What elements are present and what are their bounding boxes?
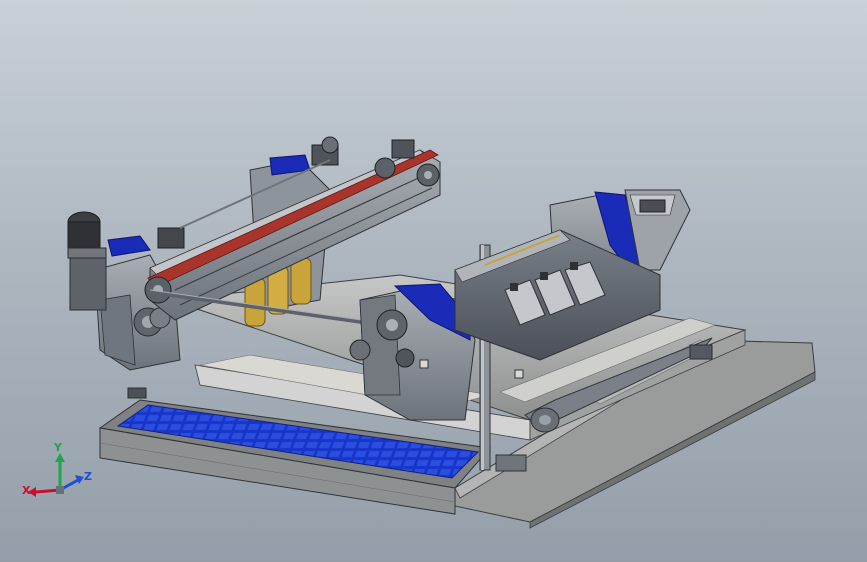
cad-viewport[interactable]: X Y Z — [0, 0, 867, 562]
x-axis-label: X — [22, 484, 31, 497]
coordinate-triad: X Y Z — [22, 441, 92, 497]
z-axis-label: Z — [84, 470, 92, 483]
machine-model[interactable] — [0, 0, 867, 562]
y-axis-label: Y — [53, 441, 63, 454]
